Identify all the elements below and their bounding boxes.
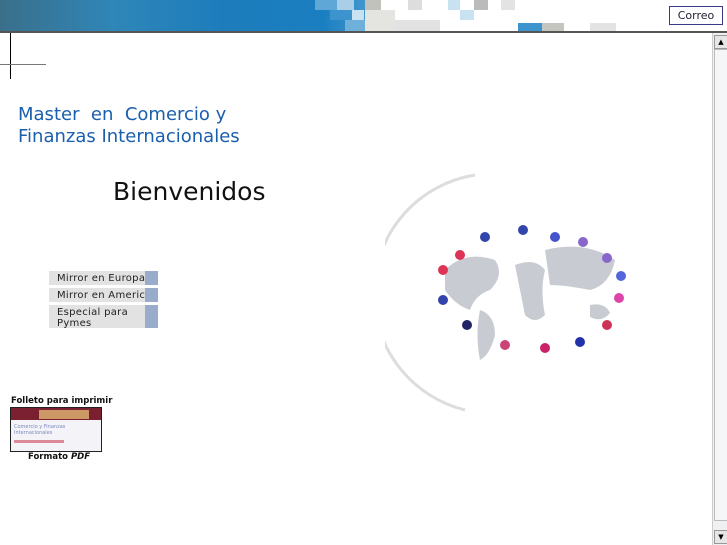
welcome-heading: Bienvenidos [113,177,266,206]
brochure-thumbnail[interactable]: Comercio y Finanzas Internacionales [10,407,102,452]
button-label: Mirror en Europa [57,273,146,284]
button-accent [145,288,158,302]
mail-button[interactable]: Correo [669,6,723,25]
brochure-thumb-title: Comercio y Finanzas Internacionales [14,424,66,436]
mirror-europa-button[interactable]: Mirror en Europa [49,271,158,285]
button-label: Especial para Pymes [57,307,129,329]
world-globe-image [385,173,626,412]
mirror-america-button[interactable]: Mirror en America [49,288,158,302]
button-label: Mirror en America [57,290,152,301]
format-prefix: Formato [28,452,71,462]
page-title: Master en Comercio y Finanzas Internacio… [18,104,240,148]
header-banner: Correo [0,0,727,31]
pymes-button[interactable]: Especial para Pymes [49,305,158,329]
brochure-format[interactable]: Formato PDF [28,452,90,462]
decorative-line [0,64,46,65]
title-line-2: Finanzas Internacionales [18,126,240,147]
button-accent [145,305,158,328]
brochure-label: Folleto para imprimir [11,396,113,406]
title-line-1: Master en Comercio y [18,104,227,125]
format-pdf: PDF [70,452,91,462]
header-divider [0,31,727,33]
scroll-down-icon[interactable]: ▼ [714,530,727,544]
scroll-thumb[interactable] [714,49,727,521]
decorative-line [10,33,11,79]
button-accent [145,271,158,285]
vertical-scrollbar[interactable]: ▲ ▼ [712,33,727,545]
scroll-up-icon[interactable]: ▲ [714,35,727,49]
